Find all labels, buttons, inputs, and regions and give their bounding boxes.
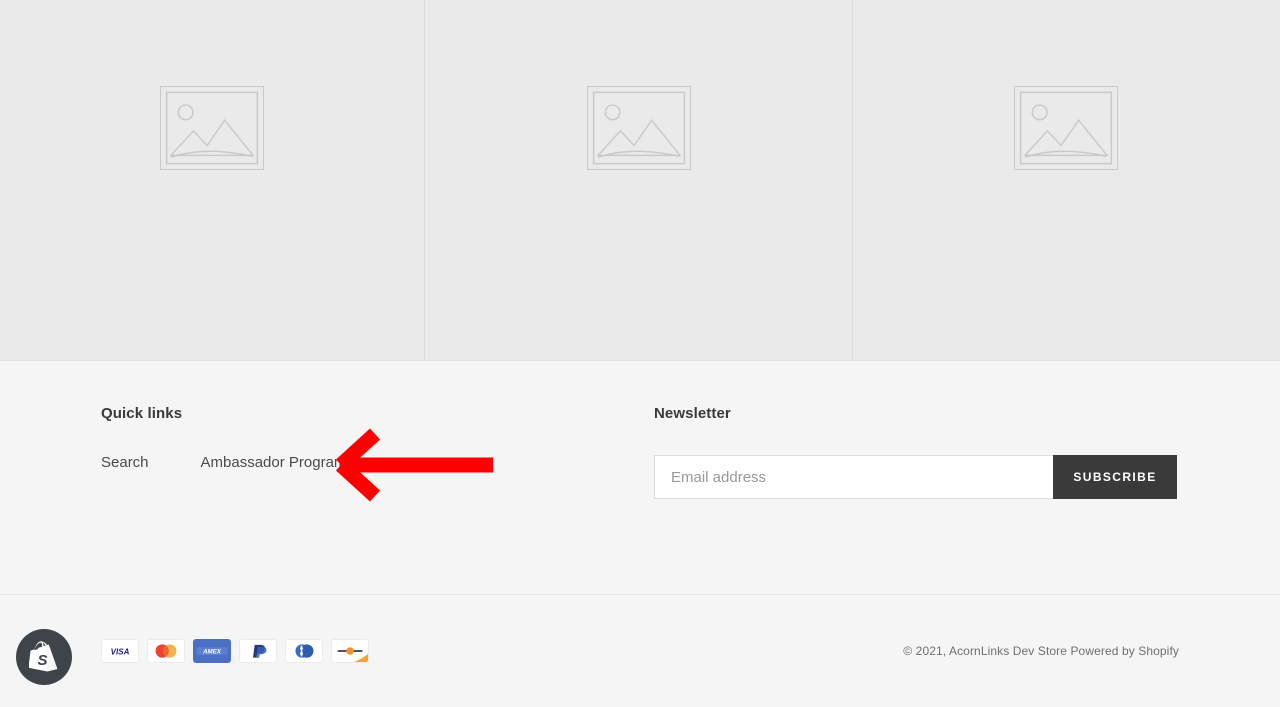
svg-text:AMEX: AMEX [202, 648, 222, 655]
footer-column-quick-links: Quick links Search Ambassador Program [101, 406, 654, 499]
gallery-cell-3[interactable] [853, 0, 1279, 360]
quick-link-search[interactable]: Search [101, 455, 149, 470]
quick-link-ambassador-program[interactable]: Ambassador Program [201, 455, 347, 470]
shopify-bag-icon: S [29, 641, 58, 672]
payment-methods-list: VISA AMEX [101, 639, 369, 663]
mastercard-icon [147, 639, 185, 663]
footer-column-newsletter: Newsletter SUBSCRIBE [654, 406, 1194, 499]
footer-columns: Quick links Search Ambassador Program Ne… [0, 406, 1280, 499]
amex-icon: AMEX [193, 639, 231, 663]
image-placeholder-icon [1014, 86, 1118, 170]
site-footer: Quick links Search Ambassador Program Ne… [0, 362, 1280, 707]
quick-links-heading: Quick links [101, 405, 183, 422]
paypal-icon [239, 639, 277, 663]
svg-text:S: S [37, 652, 47, 669]
page-root: Quick links Search Ambassador Program Ne… [0, 0, 1280, 707]
footer-main: Quick links Search Ambassador Program Ne… [0, 362, 1280, 594]
shopify-badge[interactable]: S [16, 629, 72, 685]
svg-text:VISA: VISA [111, 647, 130, 656]
gallery-cell-2[interactable] [424, 0, 853, 360]
footer-bottom-bar: VISA AMEX © 2021, AcornLinks Dev Store P… [0, 594, 1280, 707]
image-placeholder-icon [160, 86, 264, 170]
copyright-text: © 2021, AcornLinks Dev Store Powered by … [903, 644, 1179, 658]
newsletter-subscribe-button[interactable]: SUBSCRIBE [1053, 455, 1177, 499]
discover-icon [331, 639, 369, 663]
newsletter-form: SUBSCRIBE [654, 455, 1177, 499]
diners-club-icon [285, 639, 323, 663]
gallery-cell-1[interactable] [0, 0, 424, 360]
placeholder-gallery [0, 0, 1280, 361]
newsletter-heading: Newsletter [654, 405, 731, 422]
image-placeholder-icon [586, 86, 691, 170]
newsletter-email-input[interactable] [654, 455, 1053, 499]
visa-icon: VISA [101, 639, 139, 663]
quick-links-list: Search Ambassador Program [101, 455, 654, 470]
